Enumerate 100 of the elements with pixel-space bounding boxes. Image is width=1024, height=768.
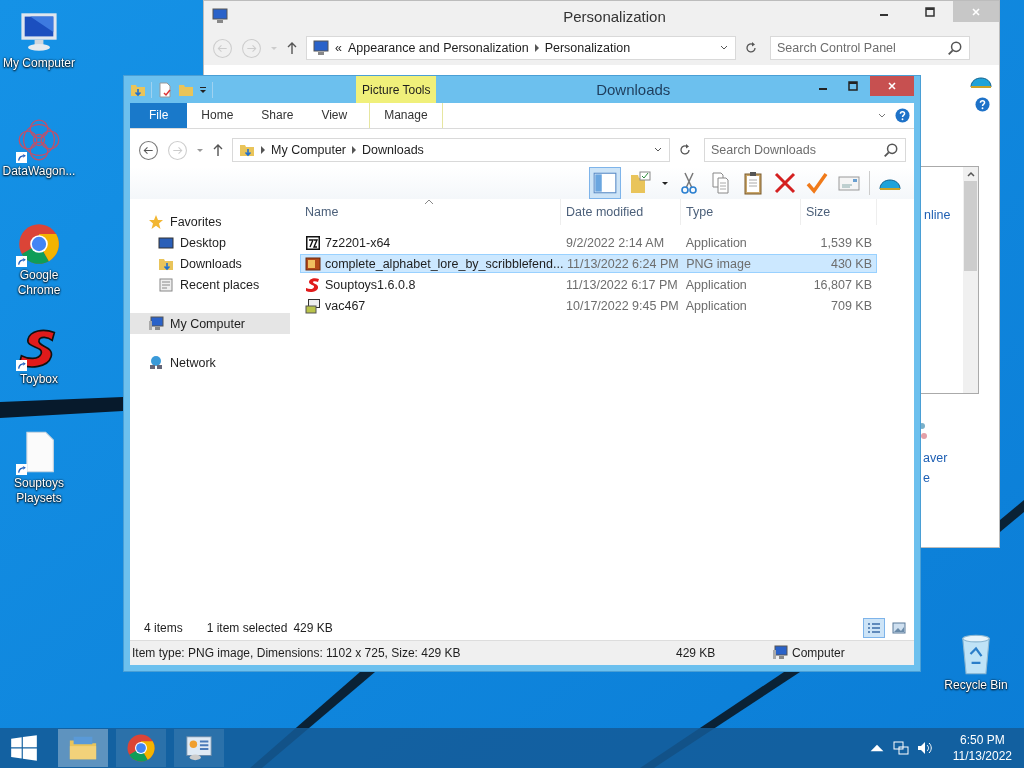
breadcrumb-overflow[interactable]: «	[335, 41, 342, 55]
search-field[interactable]: Search Control Panel	[770, 36, 970, 60]
maximize-icon	[848, 81, 858, 91]
chrome-icon	[125, 733, 157, 763]
desktop-icon-label[interactable]: Souptoys Playsets	[2, 476, 76, 506]
ribbon-tab[interactable]: File	[130, 103, 188, 128]
details-text: 429 KB	[676, 646, 717, 660]
address-bar[interactable]: « Appearance and Personalization Personalization	[306, 36, 736, 60]
recent-places-icon	[158, 276, 174, 293]
refresh-icon[interactable]	[678, 143, 692, 157]
column-header[interactable]: Type	[681, 199, 801, 225]
nav-item[interactable]: Network	[130, 352, 290, 373]
nav-item[interactable]: My Computer	[130, 313, 290, 334]
breadcrumb[interactable]: Personalization	[544, 41, 631, 55]
network-icon[interactable]	[892, 740, 909, 756]
details-text: Item type: PNG image, Dimensions: 1102 x 725, Size: 429 KB	[132, 646, 462, 660]
file-row[interactable]: complete_alphabet_lore_by_scribblefend... 11/13/2022 6:24 PM PNG image 430 KB	[300, 254, 877, 273]
column-header[interactable]: Date modified	[561, 199, 681, 225]
status-text: 429 KB	[293, 621, 333, 635]
computer-icon	[772, 645, 788, 661]
ribbon-tab[interactable]: Share	[247, 103, 308, 128]
volume-icon[interactable]	[916, 740, 933, 756]
file-row[interactable]: Souptoys1.6.0.8 11/13/2022 6:17 PM Application 16,807 KB	[300, 275, 877, 294]
table-cell-text: Application	[684, 235, 748, 250]
up-arrow-icon[interactable]	[212, 143, 224, 157]
label-fragment[interactable]: e	[919, 468, 930, 488]
label-fragment[interactable]: aver	[919, 448, 948, 468]
file-name: vac467	[325, 298, 366, 313]
help-icon[interactable]	[895, 108, 910, 123]
table-cell-text: 9/2/2022 2:14 AM	[565, 235, 666, 250]
details-list-icon	[867, 622, 881, 634]
windows-start-icon[interactable]	[10, 734, 38, 762]
table-cell-text: 430 KB	[829, 256, 873, 271]
file-name: 7z2201-x64	[325, 235, 391, 250]
desktop-icon	[158, 234, 174, 251]
dropdown-icon[interactable]	[199, 85, 207, 94]
file-name: complete_alphabet_lore_by_scribblefend...	[325, 256, 564, 271]
properties-icon[interactable]	[157, 81, 173, 98]
folder-check-icon[interactable]	[629, 171, 653, 195]
file-name: Souptoys1.6.0.8	[325, 277, 416, 292]
nav-item[interactable]: Downloads	[130, 253, 290, 274]
column-header[interactable]: Size	[801, 199, 877, 225]
computer-icon	[148, 315, 164, 332]
image-icon	[892, 622, 906, 634]
table-cell-text: 10/17/2022 9:45 PM	[565, 298, 680, 313]
star-icon	[148, 213, 164, 230]
network-icon	[148, 354, 164, 371]
checkmark-icon[interactable]	[805, 171, 829, 195]
chrome-taskbar-button[interactable]	[116, 729, 166, 767]
clock[interactable]: 6:50 PM 11/13/2022	[952, 732, 1012, 764]
help-icon[interactable]	[975, 97, 990, 112]
scrollbar[interactable]	[963, 167, 978, 393]
table-cell-text: 11/13/2022 6:17 PM	[565, 277, 679, 292]
breadcrumb-separator-icon	[534, 44, 539, 52]
monitor-icon	[212, 8, 228, 24]
delete-x-icon[interactable]	[773, 171, 797, 195]
up-arrow-icon[interactable]	[286, 41, 298, 55]
downloads-folder-icon	[239, 142, 255, 158]
ribbon-tab[interactable]: Manage	[369, 103, 443, 128]
caret-icon[interactable]	[196, 146, 204, 154]
breadcrumb[interactable]: My Computer	[271, 143, 347, 157]
layout-pane-icon[interactable]	[589, 167, 621, 199]
back-icon[interactable]	[138, 139, 159, 161]
search-icon	[947, 40, 963, 56]
breadcrumb-separator-icon	[352, 146, 357, 154]
refresh-icon[interactable]	[744, 41, 758, 55]
ribbon-tab[interactable]: View	[307, 103, 362, 128]
search-icon	[883, 142, 899, 158]
breadcrumb-separator-icon	[261, 146, 265, 154]
search-field[interactable]: Search Downloads	[704, 138, 906, 162]
dropdown-icon[interactable]	[661, 179, 669, 187]
nav-item[interactable]: Favorites	[130, 211, 290, 232]
breadcrumb[interactable]: Downloads	[362, 143, 424, 157]
window-title: Personalization	[562, 7, 667, 25]
link[interactable]: nline	[920, 205, 951, 393]
breadcrumb[interactable]: Appearance and Personalization	[347, 41, 529, 55]
nav-item[interactable]: Desktop	[130, 232, 290, 253]
details-text: Computer	[792, 646, 845, 660]
nav-item[interactable]: Recent places	[130, 274, 290, 295]
chrome-icon[interactable]	[17, 222, 61, 266]
table-cell-text: Application	[684, 298, 748, 313]
sort-caret-icon	[424, 199, 434, 205]
table-cell-text: PNG image	[685, 256, 752, 271]
desktop-icon-label[interactable]: Recycle Bin	[939, 678, 1013, 693]
ribbon-tab[interactable]: Home	[187, 103, 248, 128]
table-cell-text: 709 KB	[830, 298, 873, 313]
table-cell-text: 16,807 KB	[812, 277, 873, 292]
address-bar[interactable]: My Computer Downloads	[232, 138, 670, 162]
flower-pattern-icon[interactable]	[17, 118, 61, 162]
control-panel-taskbar-button[interactable]	[174, 729, 224, 767]
close-icon	[971, 6, 981, 17]
s-logo-icon	[305, 276, 321, 293]
maximize-icon	[925, 6, 935, 17]
scroll-up-icon[interactable]	[965, 169, 976, 179]
column-header[interactable]: Name	[300, 199, 561, 225]
contextual-tab-group: Picture Tools	[356, 76, 437, 103]
file-row[interactable]: 7z2201-x64 9/2/2022 2:14 AM Application 1,539 KB	[300, 233, 877, 252]
details-view-button[interactable]	[863, 618, 885, 638]
clipboard-icon[interactable]	[741, 171, 765, 195]
file-row[interactable]: vac467 10/17/2022 9:45 PM Application 709 KB	[300, 296, 877, 315]
